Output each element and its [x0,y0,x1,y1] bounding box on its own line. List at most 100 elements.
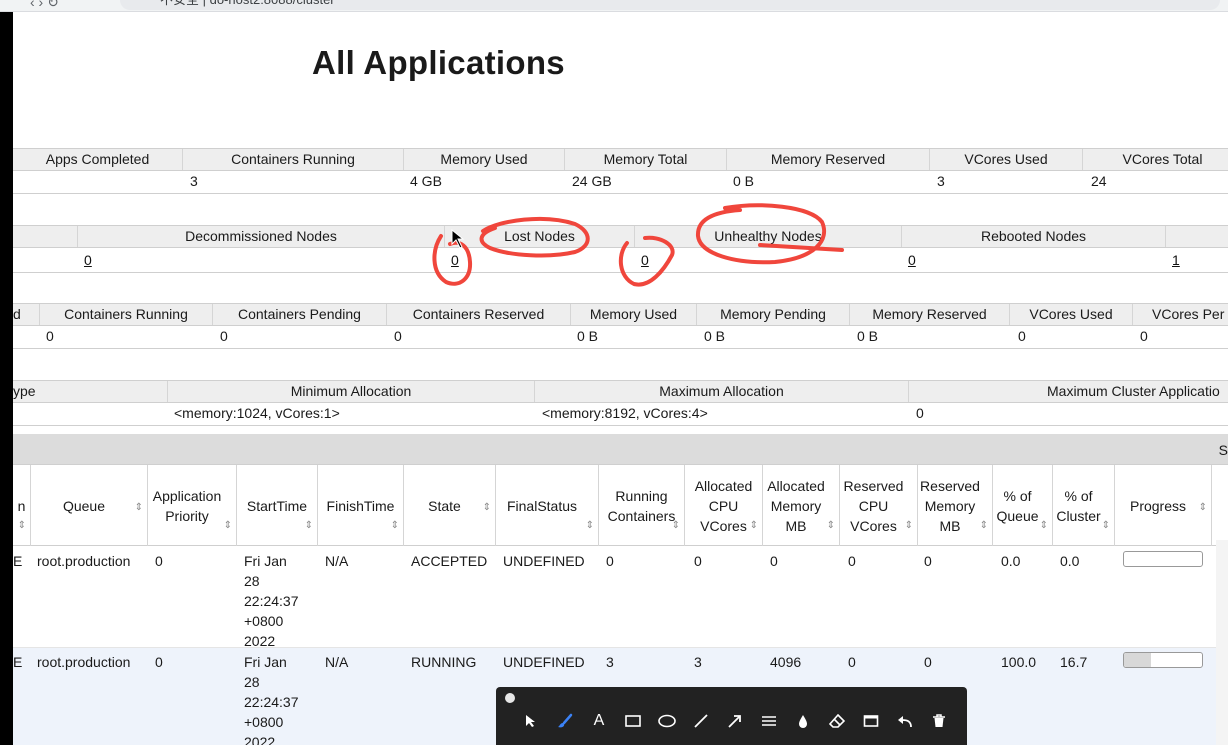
column-starttime-label: StartTime [246,497,308,514]
link-rebooted-count[interactable]: 0 [908,250,916,273]
cell-allocated-memory: 4096 [770,654,802,670]
dropper-icon[interactable] [786,709,820,733]
column-reserved-memory[interactable]: Reserved Memory MB ⇕ [918,465,993,546]
starttime-line: Fri Jan [244,553,287,569]
select-icon[interactable] [514,709,548,733]
column-finishtime[interactable]: FinishTime ⇕ [318,465,404,546]
header-user-memory-used[interactable]: Memory Used [571,304,697,325]
sort-icon[interactable]: ⇕ [305,516,313,536]
sort-icon[interactable]: ⇕ [18,516,26,536]
header-maximum-allocation[interactable]: Maximum Allocation [535,381,909,402]
header-minimum-allocation[interactable]: Minimum Allocation [168,381,535,402]
sort-icon[interactable]: ⇕ [980,516,988,536]
sort-icon[interactable]: ⇕ [483,498,491,518]
header-user-containers-pending[interactable]: Containers Pending [213,304,387,325]
line-icon[interactable] [684,709,718,733]
column-pct-cluster[interactable]: % of Cluster ⇕ [1053,465,1115,546]
arrow-icon[interactable] [718,709,752,733]
cell-priority: 0 [155,553,163,569]
header-rebooted-nodes[interactable]: Rebooted Nodes [902,226,1166,247]
cluster-metrics-header: Apps Completed Containers Running Memory… [13,148,1228,171]
link-unhealthy-count[interactable]: 0 [641,250,649,273]
cell-finishtime: N/A [325,553,349,569]
header-user-d[interactable]: d [13,304,40,325]
cell-reserved-cpu: 0 [848,553,856,569]
eraser-icon[interactable] [820,709,854,733]
column-state[interactable]: State ⇕ [404,465,496,546]
column-allocated-cpu[interactable]: Allocated CPU VCores ⇕ [685,465,763,546]
header-user-memory-reserved[interactable]: Memory Reserved [850,304,1010,325]
window-icon[interactable] [854,709,888,733]
column-queue[interactable]: Queue ⇕ [31,465,148,546]
column-pct-queue[interactable]: % of Queue ⇕ [993,465,1053,546]
starttime-line: 22:24:37 [244,593,299,609]
header-vcores-total[interactable]: VCores Total [1083,149,1228,170]
table-row[interactable]: E root.production 0 Fri Jan 28 22:24:37 … [13,547,1228,649]
ellipse-icon[interactable] [650,709,684,733]
back-forward-icons[interactable]: ‹ › ↻ [30,0,59,11]
column-running-containers[interactable]: Running Containers ⇕ [599,465,685,546]
sort-icon[interactable]: ⇕ [135,498,143,518]
header-unhealthy-nodes[interactable]: Unhealthy Nodes [635,226,902,247]
sort-icon[interactable]: ⇕ [1199,498,1207,518]
annotation-toolbar: A [496,687,967,745]
progress-bar [1123,551,1203,567]
header-user-containers-reserved[interactable]: Containers Reserved [387,304,571,325]
column-progress[interactable]: Progress ⇕ [1115,465,1212,546]
sort-icon[interactable]: ⇕ [586,516,594,536]
sort-icon[interactable]: ⇕ [827,516,835,536]
cell-pct-cluster: 16.7 [1060,654,1088,670]
sort-icon[interactable]: ⇕ [391,516,399,536]
cell-type: E [13,553,23,569]
rectangle-icon[interactable] [616,709,650,733]
header-memory-used[interactable]: Memory Used [404,149,565,170]
column-type[interactable]: n ⇕ [13,465,31,546]
column-reserved-cpu[interactable]: Reserved CPU VCores ⇕ [840,465,918,546]
value-memory-total: 24 GB [572,173,612,189]
column-res-mem-label: Reserved Memory MB [920,477,980,534]
cell-allocated-cpu: 3 [694,654,702,670]
blur-lines-icon[interactable] [752,709,786,733]
sort-icon[interactable]: ⇕ [672,516,680,536]
column-application-priority[interactable]: Application Priority ⇕ [148,465,237,546]
header-user-vcores-used[interactable]: VCores Used [1010,304,1133,325]
cell-reserved-memory: 0 [924,553,932,569]
sort-icon[interactable]: ⇕ [1102,516,1110,536]
header-user-vcores-per[interactable]: VCores Per [1133,304,1228,325]
undo-icon[interactable] [888,709,922,733]
header-memory-reserved[interactable]: Memory Reserved [727,149,930,170]
column-finalstatus[interactable]: FinalStatus ⇕ [496,465,599,546]
toolbar-handle[interactable] [505,693,515,703]
column-alloc-cpu-label: Allocated CPU VCores [694,477,753,534]
link-decommissioned-count[interactable]: 0 [84,250,92,273]
cell-pct-cluster: 0.0 [1060,553,1080,569]
link-lost-count[interactable]: 0 [451,250,459,273]
sort-icon[interactable]: ⇕ [224,516,232,536]
column-allocated-memory[interactable]: Allocated Memory MB ⇕ [763,465,840,546]
text-icon[interactable]: A [582,709,616,733]
header-maximum-cluster-application[interactable]: Maximum Cluster Applicatio [909,381,1228,402]
value-user-memory-used: 0 B [577,328,599,344]
value-user-memory-pending: 0 B [704,328,726,344]
trash-icon[interactable] [922,709,956,733]
header-decommissioned-nodes[interactable]: Decommissioned Nodes [78,226,445,247]
header-user-memory-pending[interactable]: Memory Pending [697,304,850,325]
sort-icon[interactable]: ⇕ [750,516,758,536]
toolbar-tools: A [514,709,956,733]
address-bar[interactable]: 不安全 | do-host2:8088/cluster [120,0,1220,10]
header-scheduler-type[interactable]: ype [13,381,168,402]
cell-allocated-memory: 0 [770,553,778,569]
sort-icon[interactable]: ⇕ [1040,516,1048,536]
sort-icon[interactable]: ⇕ [905,516,913,536]
header-containers-running[interactable]: Containers Running [183,149,404,170]
header-user-containers-running[interactable]: Containers Running [40,304,213,325]
header-apps-completed[interactable]: Apps Completed [13,149,183,170]
scheduler-metrics-values: <memory:1024, vCores:1> <memory:8192, vC… [13,403,1228,426]
link-extra-count[interactable]: 1 [1172,250,1180,273]
header-memory-total[interactable]: Memory Total [565,149,727,170]
value-memory-reserved: 0 B [733,173,755,189]
brush-icon[interactable] [548,709,582,733]
header-vcores-used[interactable]: VCores Used [930,149,1083,170]
column-starttime[interactable]: StartTime ⇕ [237,465,318,546]
header-lost-nodes[interactable]: Lost Nodes [445,226,635,247]
